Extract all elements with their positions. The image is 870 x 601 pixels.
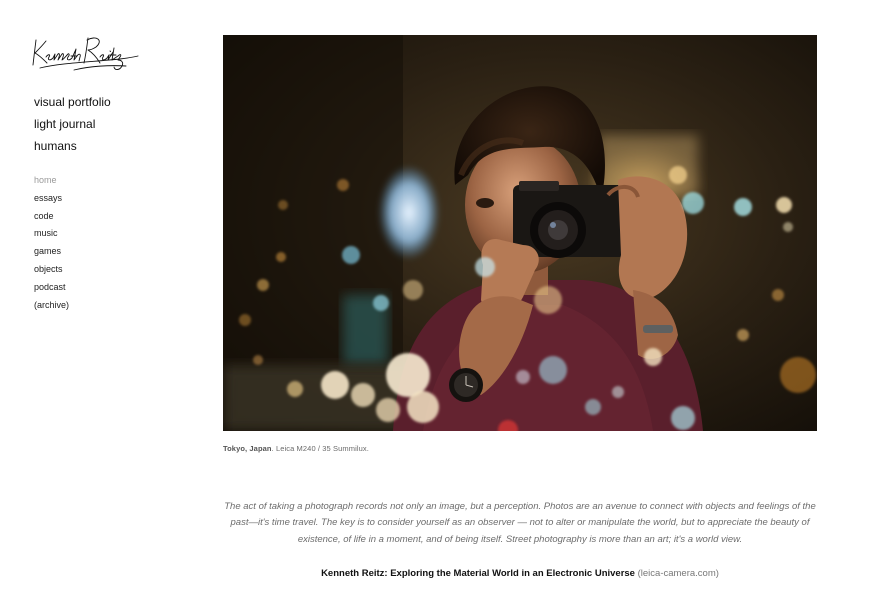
caption-location: Tokyo, Japan: [223, 444, 272, 453]
nav-link-archive[interactable]: (archive): [34, 299, 69, 311]
featured-photo[interactable]: [223, 35, 817, 431]
page: visual portfolio light journal humans ho…: [0, 0, 870, 601]
primary-nav: visual portfolio light journal humans: [34, 94, 111, 160]
site-logo[interactable]: [30, 32, 140, 76]
signature-logo-icon: [32, 37, 139, 71]
nav-link-humans[interactable]: humans: [34, 138, 111, 154]
photo-caption: Tokyo, Japan. Leica M240 / 35 Summilux.: [223, 444, 369, 453]
quote-text: The act of taking a photograph records n…: [224, 500, 816, 545]
nav-link-visual-portfolio[interactable]: visual portfolio: [34, 94, 111, 110]
nav-link-code[interactable]: code: [34, 210, 69, 222]
nav-link-objects[interactable]: objects: [34, 263, 69, 275]
nav-link-music[interactable]: music: [34, 227, 69, 239]
mirror-selfie-image: [223, 35, 817, 431]
nav-link-games[interactable]: games: [34, 245, 69, 257]
secondary-nav: home essays code music games objects pod…: [34, 174, 69, 316]
sidebar: visual portfolio light journal humans ho…: [0, 0, 200, 601]
nav-link-essays[interactable]: essays: [34, 192, 69, 204]
nav-link-home[interactable]: home: [34, 174, 69, 186]
source-domain: (leica-camera.com): [637, 568, 719, 579]
nav-link-podcast[interactable]: podcast: [34, 281, 69, 293]
nav-link-light-journal[interactable]: light journal: [34, 116, 111, 132]
caption-camera: . Leica M240 / 35 Summilux.: [271, 444, 369, 453]
quote-source: Kenneth Reitz: Exploring the Material Wo…: [223, 567, 817, 581]
source-link[interactable]: Kenneth Reitz: Exploring the Material Wo…: [321, 568, 635, 579]
